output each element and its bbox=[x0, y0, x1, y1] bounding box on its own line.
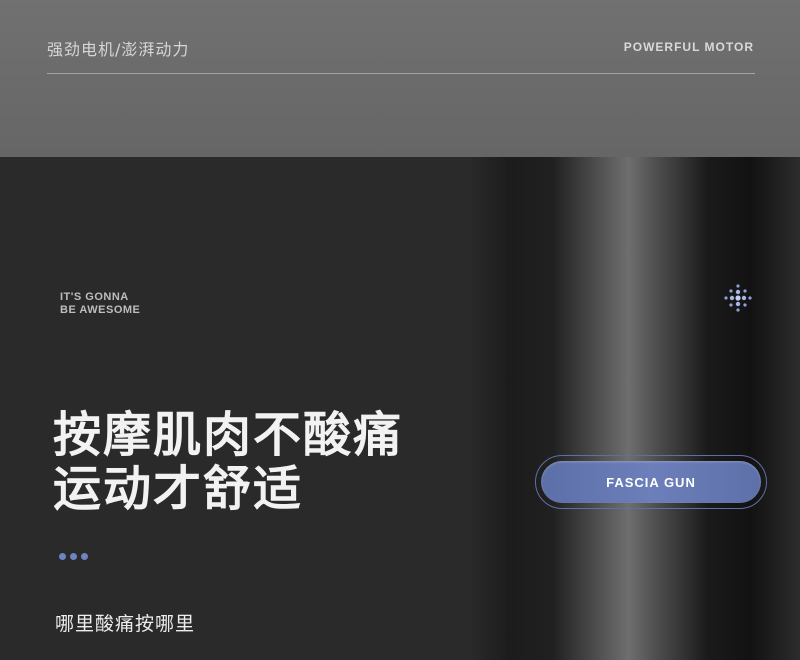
decor-dot bbox=[70, 553, 77, 560]
decor-dot bbox=[59, 553, 66, 560]
ellipsis-decoration bbox=[59, 553, 88, 560]
fascia-gun-badge: FASCIA GUN bbox=[541, 461, 761, 503]
decor-dot bbox=[81, 553, 88, 560]
tagline-line-2: BE AWESOME bbox=[60, 304, 141, 316]
headline-line-1: 按摩肌肉不酸痛 bbox=[53, 407, 404, 463]
product-cylinder-image bbox=[470, 157, 800, 660]
subline: 哪里酸痛按哪里 bbox=[55, 613, 196, 635]
headline-line-2: 运动才舒适 bbox=[53, 461, 304, 517]
tagline-line-1: IT'S GONNA bbox=[60, 291, 129, 303]
top-banner: 强劲电机/澎湃动力 POWERFUL MOTOR bbox=[0, 0, 800, 157]
header-divider bbox=[47, 73, 755, 74]
headline: 按摩肌肉不酸痛 运动才舒适 bbox=[53, 408, 403, 516]
dot-cluster-icon bbox=[724, 284, 752, 312]
header-right-text: POWERFUL MOTOR bbox=[623, 40, 754, 54]
tagline: IT'S GONNA BE AWESOME bbox=[60, 291, 140, 317]
header-left-text: 强劲电机/澎湃动力 bbox=[47, 40, 190, 59]
